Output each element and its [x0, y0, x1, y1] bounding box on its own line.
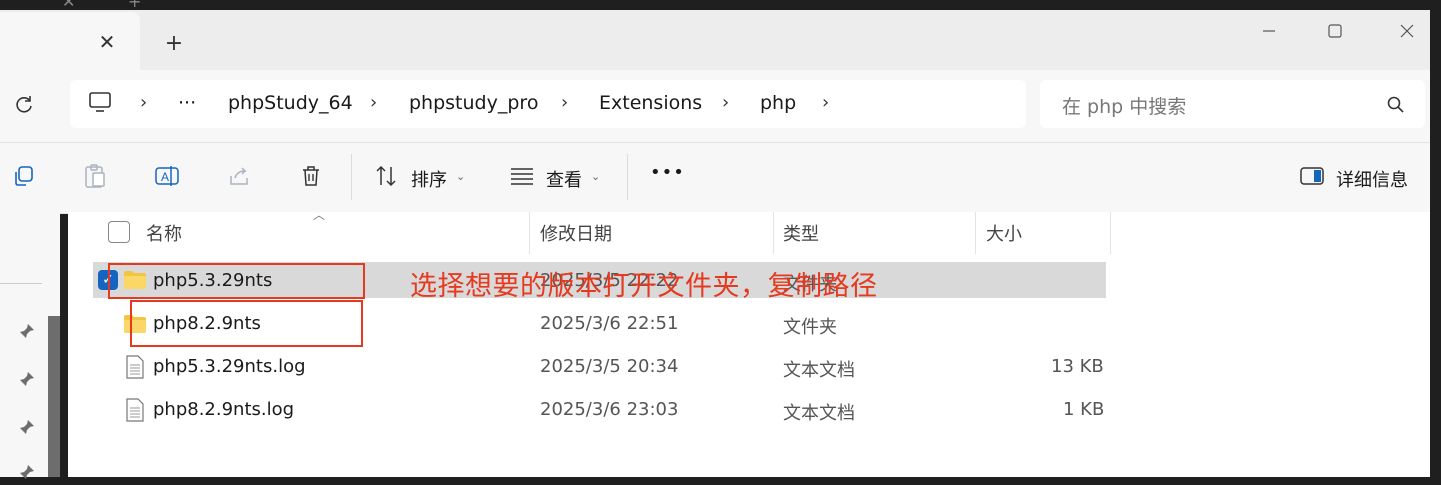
breadcrumb-item-phpstudy-pro[interactable]: phpstudy_pro	[409, 92, 538, 114]
chevron-right-icon[interactable]: ›	[370, 92, 377, 113]
minimize-button[interactable]	[1246, 18, 1292, 44]
breadcrumb-item-phpstudy-64[interactable]: phpStudy_64	[228, 92, 353, 114]
search-input[interactable]: 在 php 中搜索	[1062, 92, 1186, 119]
file-type: 文本文档	[783, 360, 855, 381]
refresh-icon	[16, 96, 32, 113]
rename-icon[interactable]: A	[154, 163, 180, 189]
details-button[interactable]: 详细信息	[1336, 166, 1408, 192]
new-tab-button[interactable]: +	[160, 29, 188, 57]
maximize-button[interactable]	[1312, 18, 1358, 44]
column-divider[interactable]	[773, 212, 774, 254]
file-date: 2025/3/5 20:34	[540, 356, 679, 377]
tab-php[interactable]	[0, 12, 140, 70]
top-edge: ✕ +	[0, 0, 1441, 10]
pin-icon[interactable]	[18, 418, 36, 436]
file-type: 文件夹	[783, 317, 837, 338]
column-header-modified[interactable]: 修改日期	[540, 220, 612, 246]
file-date: 2025/3/6 22:51	[540, 313, 679, 334]
file-name[interactable]: php8.2.9nts.log	[153, 399, 294, 420]
divider	[0, 283, 42, 284]
file-size: 1 KB	[1063, 399, 1105, 420]
minimize-icon	[1263, 30, 1275, 32]
chevron-right-icon[interactable]: ›	[822, 92, 829, 113]
toolbar-separator	[351, 154, 352, 200]
chevron-down-icon[interactable]: ⌄	[591, 170, 600, 183]
add-icon[interactable]: +	[128, 0, 141, 10]
delete-icon[interactable]	[298, 163, 324, 189]
file-type: 文本文档	[783, 403, 855, 424]
view-icon[interactable]	[509, 163, 535, 189]
svg-text:A: A	[161, 170, 169, 184]
refresh-button[interactable]	[10, 91, 38, 119]
copy-icon[interactable]	[10, 163, 36, 189]
share-icon[interactable]	[226, 163, 252, 189]
command-bar	[0, 142, 1441, 214]
breadcrumb[interactable]	[70, 80, 1026, 128]
sidebar-scrollbar[interactable]	[48, 316, 60, 477]
close-window-button[interactable]	[1384, 18, 1430, 44]
breadcrumb-item-php[interactable]: php	[760, 92, 796, 114]
file-size: 13 KB	[1051, 356, 1104, 377]
view-button[interactable]: 查看	[546, 166, 582, 192]
chevron-right-icon[interactable]: ›	[561, 92, 568, 113]
window-edge	[1430, 0, 1441, 477]
sort-icon[interactable]	[374, 163, 400, 189]
paste-icon[interactable]	[82, 163, 108, 189]
maximize-icon	[1328, 24, 1342, 38]
title-bar	[0, 0, 1441, 70]
pin-icon[interactable]	[18, 370, 36, 388]
column-divider[interactable]	[975, 212, 976, 254]
close-icon[interactable]: ✕	[62, 0, 75, 10]
text-file-icon	[125, 398, 147, 422]
column-header-size[interactable]: 大小	[986, 220, 1022, 246]
select-all-checkbox[interactable]	[108, 221, 130, 243]
column-divider[interactable]	[1110, 212, 1111, 254]
column-header-name[interactable]: 名称	[146, 220, 182, 246]
details-pane-icon[interactable]	[1299, 163, 1325, 189]
toolbar-separator	[627, 154, 628, 200]
file-date: 2025/3/6 23:03	[540, 399, 679, 420]
file-name[interactable]: php5.3.29nts.log	[153, 356, 306, 377]
text-file-icon	[125, 355, 147, 379]
chevron-right-icon[interactable]: ›	[722, 92, 729, 113]
column-divider[interactable]	[529, 212, 530, 254]
annotation-text: 选择想要的版本打开文件夹，复制路径	[410, 271, 878, 302]
pin-icon[interactable]	[18, 463, 36, 481]
highlight-box	[130, 300, 363, 347]
highlight-box	[108, 263, 365, 299]
breadcrumb-item-extensions[interactable]: Extensions	[599, 92, 702, 114]
sort-button[interactable]: 排序	[411, 166, 447, 192]
chevron-right-icon[interactable]: ›	[140, 92, 147, 113]
more-options-button[interactable]: •••	[650, 162, 685, 183]
pc-icon[interactable]	[88, 91, 114, 119]
tab-close-button[interactable]: ✕	[95, 30, 119, 54]
search-icon[interactable]	[1386, 95, 1406, 115]
close-icon	[1400, 24, 1414, 38]
chevron-down-icon[interactable]: ⌄	[456, 170, 465, 183]
sort-indicator-icon: ︿	[313, 208, 326, 222]
breadcrumb-overflow[interactable]: ···	[178, 92, 196, 114]
pin-icon[interactable]	[18, 322, 36, 340]
column-header-type[interactable]: 类型	[783, 220, 819, 246]
